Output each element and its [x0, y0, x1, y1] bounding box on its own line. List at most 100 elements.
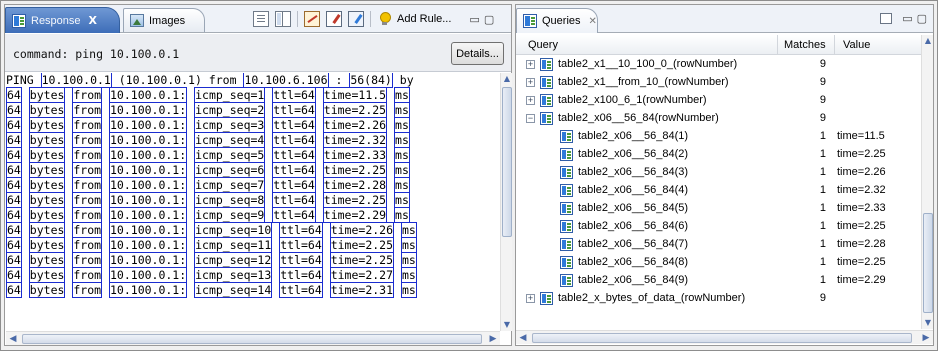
output-token: 10.100.0.1: [109, 207, 188, 223]
query-value: time=2.25 [837, 220, 886, 232]
output-token: time=2.31 [329, 282, 395, 298]
output-line: 64 bytes from 10.100.0.1: icmp_seq=2 ttl… [6, 102, 501, 118]
query-row[interactable]: + table2_x100_6_1(rowNumber) 9 [516, 92, 921, 110]
output-token: from [72, 222, 103, 238]
queries-hscroll-thumb[interactable] [532, 333, 912, 343]
queries-vscroll-thumb[interactable] [923, 213, 933, 313]
queries-horizontal-scrollbar[interactable]: ◀ ▶ [516, 330, 933, 344]
column-header-value[interactable]: Value [835, 35, 915, 54]
query-name: table2_x06__56_84(9) [578, 274, 689, 286]
output-vscroll-thumb[interactable] [502, 87, 512, 237]
tab-response-close-icon[interactable]: X [89, 14, 97, 27]
queries-vertical-scrollbar[interactable]: ▲ ▼ [921, 35, 933, 329]
edit-rule-icon[interactable] [326, 11, 342, 27]
output-line: 64 bytes from 10.100.0.1: icmp_seq=14 tt… [6, 282, 501, 298]
output-token: bytes [28, 147, 66, 163]
output-vertical-scrollbar[interactable]: ▲ ▼ [500, 73, 512, 331]
query-row[interactable]: table2_x06__56_84(3) 1 time=2.26 [516, 164, 921, 182]
output-line: PING 10.100.0.1 (10.100.0.1) from 10.100… [6, 73, 501, 88]
queries-window-controls: ▭ ▢ [880, 12, 927, 25]
expand-icon[interactable]: + [526, 294, 535, 303]
query-row[interactable]: + table2_x1__from_10_(rowNumber) 9 [516, 74, 921, 92]
output-token: 64 [6, 267, 22, 283]
scroll-left-icon[interactable]: ◀ [6, 333, 20, 345]
column-header-matches[interactable]: Matches [778, 35, 835, 54]
query-row[interactable]: table2_x06__56_84(5) 1 time=2.33 [516, 200, 921, 218]
query-table-icon [560, 184, 573, 197]
output-token: 10.100.0.1: [109, 117, 188, 133]
output-token: ttl=64 [272, 192, 316, 208]
output-token: 64 [6, 207, 22, 223]
bulb-icon[interactable] [377, 11, 393, 27]
columns-view-icon[interactable] [275, 11, 291, 27]
query-row[interactable]: table2_x06__56_84(7) 1 time=2.28 [516, 236, 921, 254]
output-token: ms [400, 252, 417, 268]
query-row[interactable]: + table2_x1__10_100_0_(rowNumber) 9 [516, 56, 921, 74]
collapse-icon[interactable]: − [526, 114, 535, 123]
output-token: time=2.28 [322, 177, 388, 193]
scroll-left-icon[interactable]: ◀ [516, 332, 530, 344]
scroll-up-icon[interactable]: ▲ [501, 73, 513, 85]
command-bar: command: ping 10.100.0.1 Details... [5, 34, 511, 72]
output-horizontal-scrollbar[interactable]: ◀ ▶ [6, 331, 500, 345]
scroll-right-icon[interactable]: ▶ [486, 333, 500, 345]
response-output[interactable]: PING 10.100.0.1 (10.100.0.1) from 10.100… [6, 73, 501, 331]
query-table-icon [540, 292, 553, 305]
output-token: from [72, 207, 103, 223]
output-token: ttl=64 [279, 267, 323, 283]
output-token: time=2.25 [322, 192, 388, 208]
minimize-icon[interactable]: ▭ [902, 12, 912, 25]
edit-rule-alt-icon[interactable] [348, 11, 364, 27]
add-rule-button[interactable]: Add Rule... [397, 13, 451, 25]
query-row[interactable]: + table2_x_bytes_of_data_(rowNumber) 9 [516, 290, 921, 308]
expand-icon[interactable]: + [526, 96, 535, 105]
output-token: bytes [28, 267, 66, 283]
tab-queries[interactable]: Queries ✕ [516, 8, 598, 33]
query-value: time=2.25 [837, 148, 886, 160]
output-hscroll-thumb[interactable] [22, 334, 482, 344]
output-token: ms [400, 237, 417, 253]
scroll-right-icon[interactable]: ▶ [919, 332, 933, 344]
toolbar-separator [370, 11, 371, 27]
wand-icon[interactable] [304, 11, 320, 27]
queries-view: Queries ✕ ▭ ▢ Query Matches Value + table… [515, 4, 934, 346]
tab-queries-close-icon[interactable]: ✕ [589, 16, 597, 27]
output-token: ttl=64 [279, 237, 323, 253]
query-row[interactable]: table2_x06__56_84(9) 1 time=2.29 [516, 272, 921, 290]
scroll-down-icon[interactable]: ▼ [922, 317, 934, 329]
output-text: : [328, 73, 350, 87]
query-row[interactable]: table2_x06__56_84(4) 1 time=2.32 [516, 182, 921, 200]
column-header-query[interactable]: Query [516, 35, 778, 54]
query-row[interactable]: table2_x06__56_84(6) 1 time=2.25 [516, 218, 921, 236]
scroll-down-icon[interactable]: ▼ [501, 319, 513, 331]
tab-response[interactable]: Response X [5, 7, 120, 33]
output-token: 10.100.0.1: [109, 282, 188, 298]
maximize-icon[interactable]: ▢ [917, 12, 927, 25]
details-button[interactable]: Details... [451, 42, 504, 65]
output-token: ms [400, 282, 417, 298]
query-row[interactable]: table2_x06__56_84(8) 1 time=2.25 [516, 254, 921, 272]
output-token: icmp_seq=12 [194, 252, 273, 268]
tab-images[interactable]: Images [123, 8, 205, 32]
expand-icon[interactable]: + [526, 60, 535, 69]
expand-icon[interactable]: + [526, 78, 535, 87]
view-menu-icon[interactable] [880, 13, 893, 24]
output-token: ms [400, 267, 417, 283]
query-row[interactable]: − table2_x06__56_84(rowNumber) 9 [516, 110, 921, 128]
scroll-up-icon[interactable]: ▲ [922, 35, 934, 47]
query-row[interactable]: table2_x06__56_84(2) 1 time=2.25 [516, 146, 921, 164]
document-view-icon[interactable] [253, 11, 269, 27]
query-row[interactable]: table2_x06__56_84(1) 1 time=11.5 [516, 128, 921, 146]
query-name: table2_x06__56_84(5) [578, 202, 689, 214]
minimize-icon[interactable]: ▭ [469, 13, 479, 26]
maximize-icon[interactable]: ▢ [484, 13, 494, 26]
output-token: time=2.25 [329, 237, 395, 253]
queries-tree[interactable]: + table2_x1__10_100_0_(rowNumber) 9 + table2… [516, 56, 921, 329]
